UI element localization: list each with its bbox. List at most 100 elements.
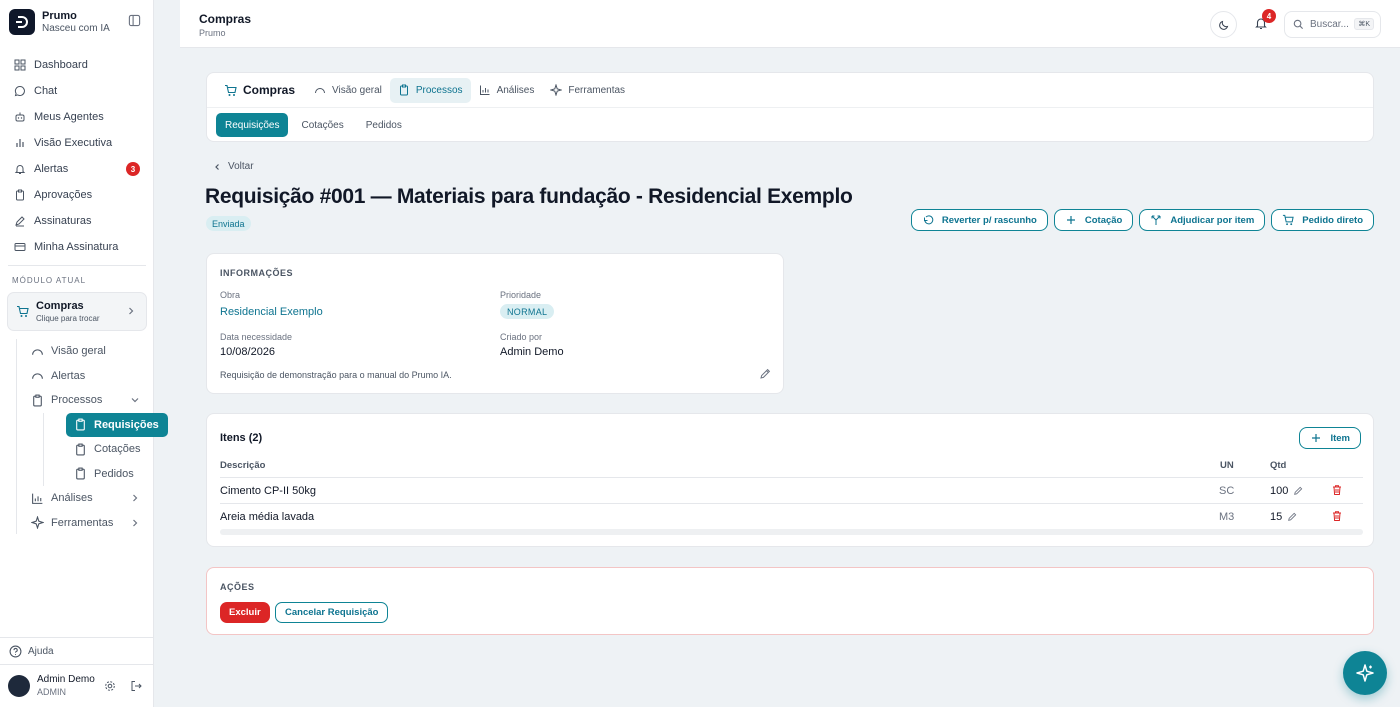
- clipboard-icon: [74, 443, 87, 456]
- priority-badge: NORMAL: [500, 304, 555, 319]
- items-title: Itens (2): [220, 432, 263, 444]
- danger-actions-card: AÇÕES Excluir Cancelar Requisição: [206, 567, 1374, 635]
- item-un: M3: [1219, 511, 1235, 523]
- bar-chart-icon: [479, 84, 491, 96]
- subtab-requisicoes[interactable]: Requisições: [216, 113, 289, 137]
- bar-chart-icon: [31, 492, 44, 505]
- user-profile[interactable]: Admin Demo ADMIN: [8, 674, 95, 698]
- section-label: MÓDULO ATUAL: [12, 276, 87, 285]
- theme-toggle-button[interactable]: [1210, 11, 1237, 38]
- cancel-requisition-button[interactable]: Cancelar Requisição: [275, 602, 389, 623]
- trash-icon[interactable]: [1331, 510, 1343, 522]
- add-quotation-button[interactable]: Cotação: [1053, 209, 1134, 231]
- main-nav: Dashboard Chat Meus Agentes Visão Execut…: [8, 52, 146, 260]
- sidebar-item-dashboard[interactable]: Dashboard: [8, 52, 146, 78]
- module-tabs: Compras Visão geral Processos Análises F…: [206, 72, 1374, 142]
- help-link[interactable]: Ajuda: [9, 645, 54, 658]
- alert-count-badge: 3: [126, 162, 140, 176]
- gauge-icon: [31, 345, 44, 358]
- subnav-requisicoes[interactable]: Requisições: [66, 412, 168, 437]
- subnav-visao-geral[interactable]: Visão geral: [17, 339, 148, 364]
- subnav-alertas[interactable]: Alertas: [17, 364, 148, 389]
- ai-assistant-button[interactable]: [1343, 651, 1387, 695]
- sidebar-item-visao-executiva[interactable]: Visão Executiva: [8, 130, 146, 156]
- module-subnav: Visão geral Alertas Processos Requisiçõe…: [16, 339, 168, 536]
- plus-icon: [1065, 214, 1077, 226]
- sidebar-item-label: Chat: [34, 85, 58, 97]
- direct-order-button[interactable]: Pedido direto: [1271, 209, 1374, 231]
- page-subtitle: Prumo: [199, 28, 226, 38]
- sidebar-item-meus-agentes[interactable]: Meus Agentes: [8, 104, 146, 130]
- back-link[interactable]: Voltar: [213, 161, 254, 172]
- award-by-item-button[interactable]: Adjudicar por item: [1139, 209, 1266, 231]
- gauge-icon: [314, 84, 326, 96]
- search-icon: [1293, 19, 1304, 30]
- help-label: Ajuda: [28, 646, 54, 657]
- subnav-analises[interactable]: Análises: [17, 486, 148, 511]
- tab-visao-geral[interactable]: Visão geral: [306, 78, 390, 103]
- cart-icon: [16, 305, 29, 318]
- search-input[interactable]: Buscar... ⌘K: [1284, 11, 1381, 38]
- info-heading: INFORMAÇÕES: [220, 268, 293, 278]
- subnav-ferramentas[interactable]: Ferramentas: [17, 511, 148, 536]
- page-title: Compras: [199, 12, 252, 26]
- prioridade-label: Prioridade: [500, 290, 542, 300]
- edit-pencil-icon[interactable]: [1293, 486, 1303, 496]
- brand-logo: [9, 9, 35, 35]
- horizontal-scrollbar[interactable]: [220, 529, 1363, 535]
- sidebar-item-aprovacoes[interactable]: Aprovações: [8, 182, 146, 208]
- revert-draft-button[interactable]: Reverter p/ rascunho: [910, 209, 1048, 231]
- requisition-note: Requisição de demonstração para o manual…: [220, 370, 452, 380]
- subtab-pedidos[interactable]: Pedidos: [357, 113, 411, 137]
- logout-icon[interactable]: [130, 680, 142, 692]
- sidebar-item-assinaturas[interactable]: Assinaturas: [8, 208, 146, 234]
- bar-chart-icon: [14, 137, 26, 149]
- table-row: Areia média lavada M3 15: [220, 504, 1363, 529]
- sidebar-item-alertas[interactable]: Alertas 3: [8, 156, 146, 182]
- sidebar-item-label: Assinaturas: [34, 215, 92, 227]
- table-row: Cimento CP-II 50kg SC 100: [220, 478, 1363, 503]
- moon-icon: [1218, 19, 1230, 31]
- brand[interactable]: Prumo Nasceu com IA: [9, 9, 110, 35]
- column-header-un: UN: [1220, 460, 1234, 471]
- edit-pencil-icon[interactable]: [759, 368, 771, 380]
- item-qtd[interactable]: 15: [1270, 511, 1297, 523]
- tab-label: Processos: [415, 84, 463, 96]
- trash-icon[interactable]: [1331, 484, 1343, 496]
- module-switcher[interactable]: Compras Clique para trocar: [7, 292, 147, 331]
- criado-por-value: Admin Demo: [500, 346, 564, 358]
- edit-pencil-icon[interactable]: [1287, 512, 1297, 522]
- add-item-button[interactable]: Item: [1299, 427, 1361, 449]
- column-header-descricao: Descrição: [220, 460, 266, 471]
- requisition-actions: Reverter p/ rascunho Cotação Adjudicar p…: [910, 209, 1374, 231]
- gear-icon[interactable]: [104, 680, 116, 692]
- primary-tabs: Compras Visão geral Processos Análises F…: [207, 73, 1373, 108]
- collapse-sidebar-icon[interactable]: [128, 14, 142, 28]
- subnav-cotacoes[interactable]: Cotações: [66, 437, 168, 462]
- obra-link[interactable]: Residencial Exemplo: [220, 306, 323, 318]
- avatar: [8, 675, 30, 697]
- subnav-label: Análises: [51, 492, 93, 505]
- sidebar-item-label: Aprovações: [34, 189, 93, 201]
- subnav-processos[interactable]: Processos: [17, 388, 148, 413]
- actions-heading: AÇÕES: [220, 582, 255, 592]
- subnav-pedidos[interactable]: Pedidos: [66, 462, 168, 487]
- item-descricao: Cimento CP-II 50kg: [220, 485, 316, 497]
- subtab-cotacoes[interactable]: Cotações: [292, 113, 352, 137]
- item-qtd[interactable]: 100: [1270, 485, 1303, 497]
- tab-analises[interactable]: Análises: [471, 78, 543, 103]
- bell-icon: [14, 163, 26, 175]
- brand-tagline: Nasceu com IA: [42, 22, 110, 34]
- tab-module-compras[interactable]: Compras: [217, 83, 302, 97]
- sparkle-icon: [550, 84, 563, 96]
- sidebar-item-chat[interactable]: Chat: [8, 78, 146, 104]
- column-header-qtd: Qtd: [1270, 460, 1287, 471]
- delete-button[interactable]: Excluir: [220, 602, 270, 623]
- sidebar-item-label: Visão Executiva: [34, 137, 113, 149]
- tab-processos[interactable]: Processos: [389, 77, 471, 103]
- tab-ferramentas[interactable]: Ferramentas: [542, 78, 633, 103]
- tab-label: Ferramentas: [568, 84, 626, 96]
- plus-icon: [1310, 432, 1322, 444]
- sidebar-item-minha-assinatura[interactable]: Minha Assinatura: [8, 234, 146, 260]
- user-actions: [104, 680, 142, 692]
